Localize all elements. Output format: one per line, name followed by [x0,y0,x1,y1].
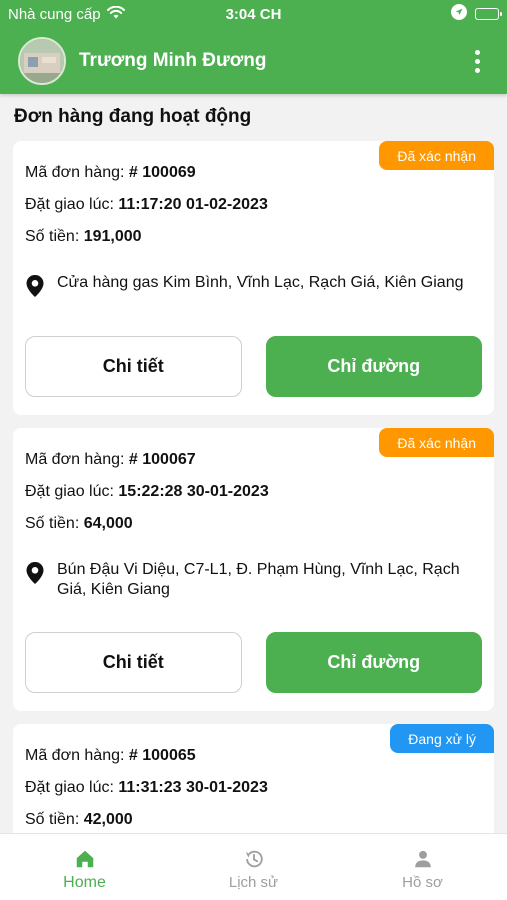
address-text: Bún Đậu Vi Diệu, C7-L1, Đ. Phạm Hùng, Vĩ… [57,561,460,598]
address-row: Cửa hàng gas Kim Bình, Vĩnh Lạc, Rạch Gi… [25,273,482,304]
status-badge: Đã xác nhận [379,141,494,170]
directions-button[interactable]: Chỉ đường [265,632,482,693]
amount-value: 191,000 [83,228,142,245]
placed-at-row: Đặt giao lúc: 11:17:20 01-02-2023 [25,189,482,221]
wifi-icon [106,5,125,23]
nav-home-label: Home [63,874,106,891]
bottom-nav: Home Lịch sử Hồ sơ [0,833,507,900]
nav-history-label: Lịch sử [228,874,279,891]
location-pin-icon [25,561,47,591]
location-arrow-icon [451,4,467,24]
order-id-value: # 100065 [128,747,196,764]
home-icon [76,850,93,868]
app-bar: Trương Minh Đương [0,28,507,94]
order-card: Đã xác nhận Mã đơn hàng: # 100069 Đặt gi… [13,141,494,415]
history-icon [245,850,263,868]
nav-history[interactable]: Lịch sử [169,834,338,900]
amount-value: 64,000 [83,515,133,532]
order-card: Đang xử lý Mã đơn hàng: # 100065 Đặt gia… [13,724,494,833]
order-id-label: Mã đơn hàng: [25,451,125,468]
orders-list[interactable]: Đã xác nhận Mã đơn hàng: # 100069 Đặt gi… [0,141,507,833]
status-badge: Đang xử lý [390,724,494,753]
nav-home[interactable]: Home [0,834,169,900]
amount-value: 42,000 [83,811,133,828]
placed-at-value: 11:17:20 01-02-2023 [118,196,268,213]
amount-label: Số tiền: [25,811,80,828]
order-id-label: Mã đơn hàng: [25,164,125,181]
order-card: Đã xác nhận Mã đơn hàng: # 100067 Đặt gi… [13,428,494,711]
address-row: Bún Đậu Vi Diệu, C7-L1, Đ. Phạm Hùng, Vĩ… [25,560,482,600]
detail-button[interactable]: Chi tiết [25,336,242,397]
amount-label: Số tiền: [25,228,80,245]
amount-row: Số tiền: 64,000 [25,508,482,540]
address-text: Cửa hàng gas Kim Bình, Vĩnh Lạc, Rạch Gi… [57,274,464,291]
placed-at-label: Đặt giao lúc: [25,779,114,796]
order-id-value: # 100069 [128,164,196,181]
status-badge: Đã xác nhận [379,428,494,457]
carrier-label: Nhà cung cấp [8,5,101,23]
amount-row: Số tiền: 42,000 [25,804,482,833]
directions-button[interactable]: Chỉ đường [265,336,482,397]
status-bar: Nhà cung cấp 3:04 CH [0,0,507,28]
amount-label: Số tiền: [25,515,80,532]
placed-at-label: Đặt giao lúc: [25,483,114,500]
location-pin-icon [25,274,47,304]
battery-icon [475,8,502,20]
placed-at-label: Đặt giao lúc: [25,196,114,213]
placed-at-value: 11:31:23 30-01-2023 [118,779,268,796]
order-id-value: # 100067 [128,451,196,468]
section-title: Đơn hàng đang hoạt động [14,106,252,127]
placed-at-row: Đặt giao lúc: 11:31:23 30-01-2023 [25,772,482,804]
avatar[interactable] [18,37,66,85]
profile-icon [414,850,431,868]
amount-row: Số tiền: 191,000 [25,221,482,253]
nav-profile-label: Hồ sơ [402,874,443,891]
user-name: Trương Minh Đương [79,50,267,71]
detail-button[interactable]: Chi tiết [25,632,242,693]
placed-at-row: Đặt giao lúc: 15:22:28 30-01-2023 [25,476,482,508]
nav-profile[interactable]: Hồ sơ [338,834,507,900]
more-menu-icon[interactable] [465,45,489,77]
placed-at-value: 15:22:28 30-01-2023 [118,483,269,500]
order-id-label: Mã đơn hàng: [25,747,125,764]
